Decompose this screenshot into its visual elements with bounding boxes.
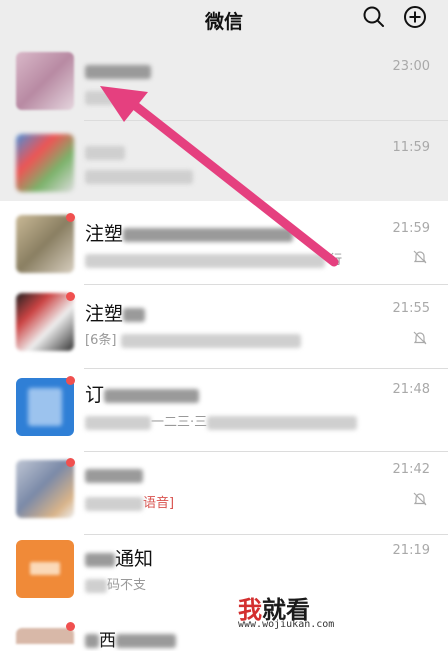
annotation-arrow	[100, 86, 339, 267]
watermark-url: www.wojiukan.com	[238, 619, 335, 630]
